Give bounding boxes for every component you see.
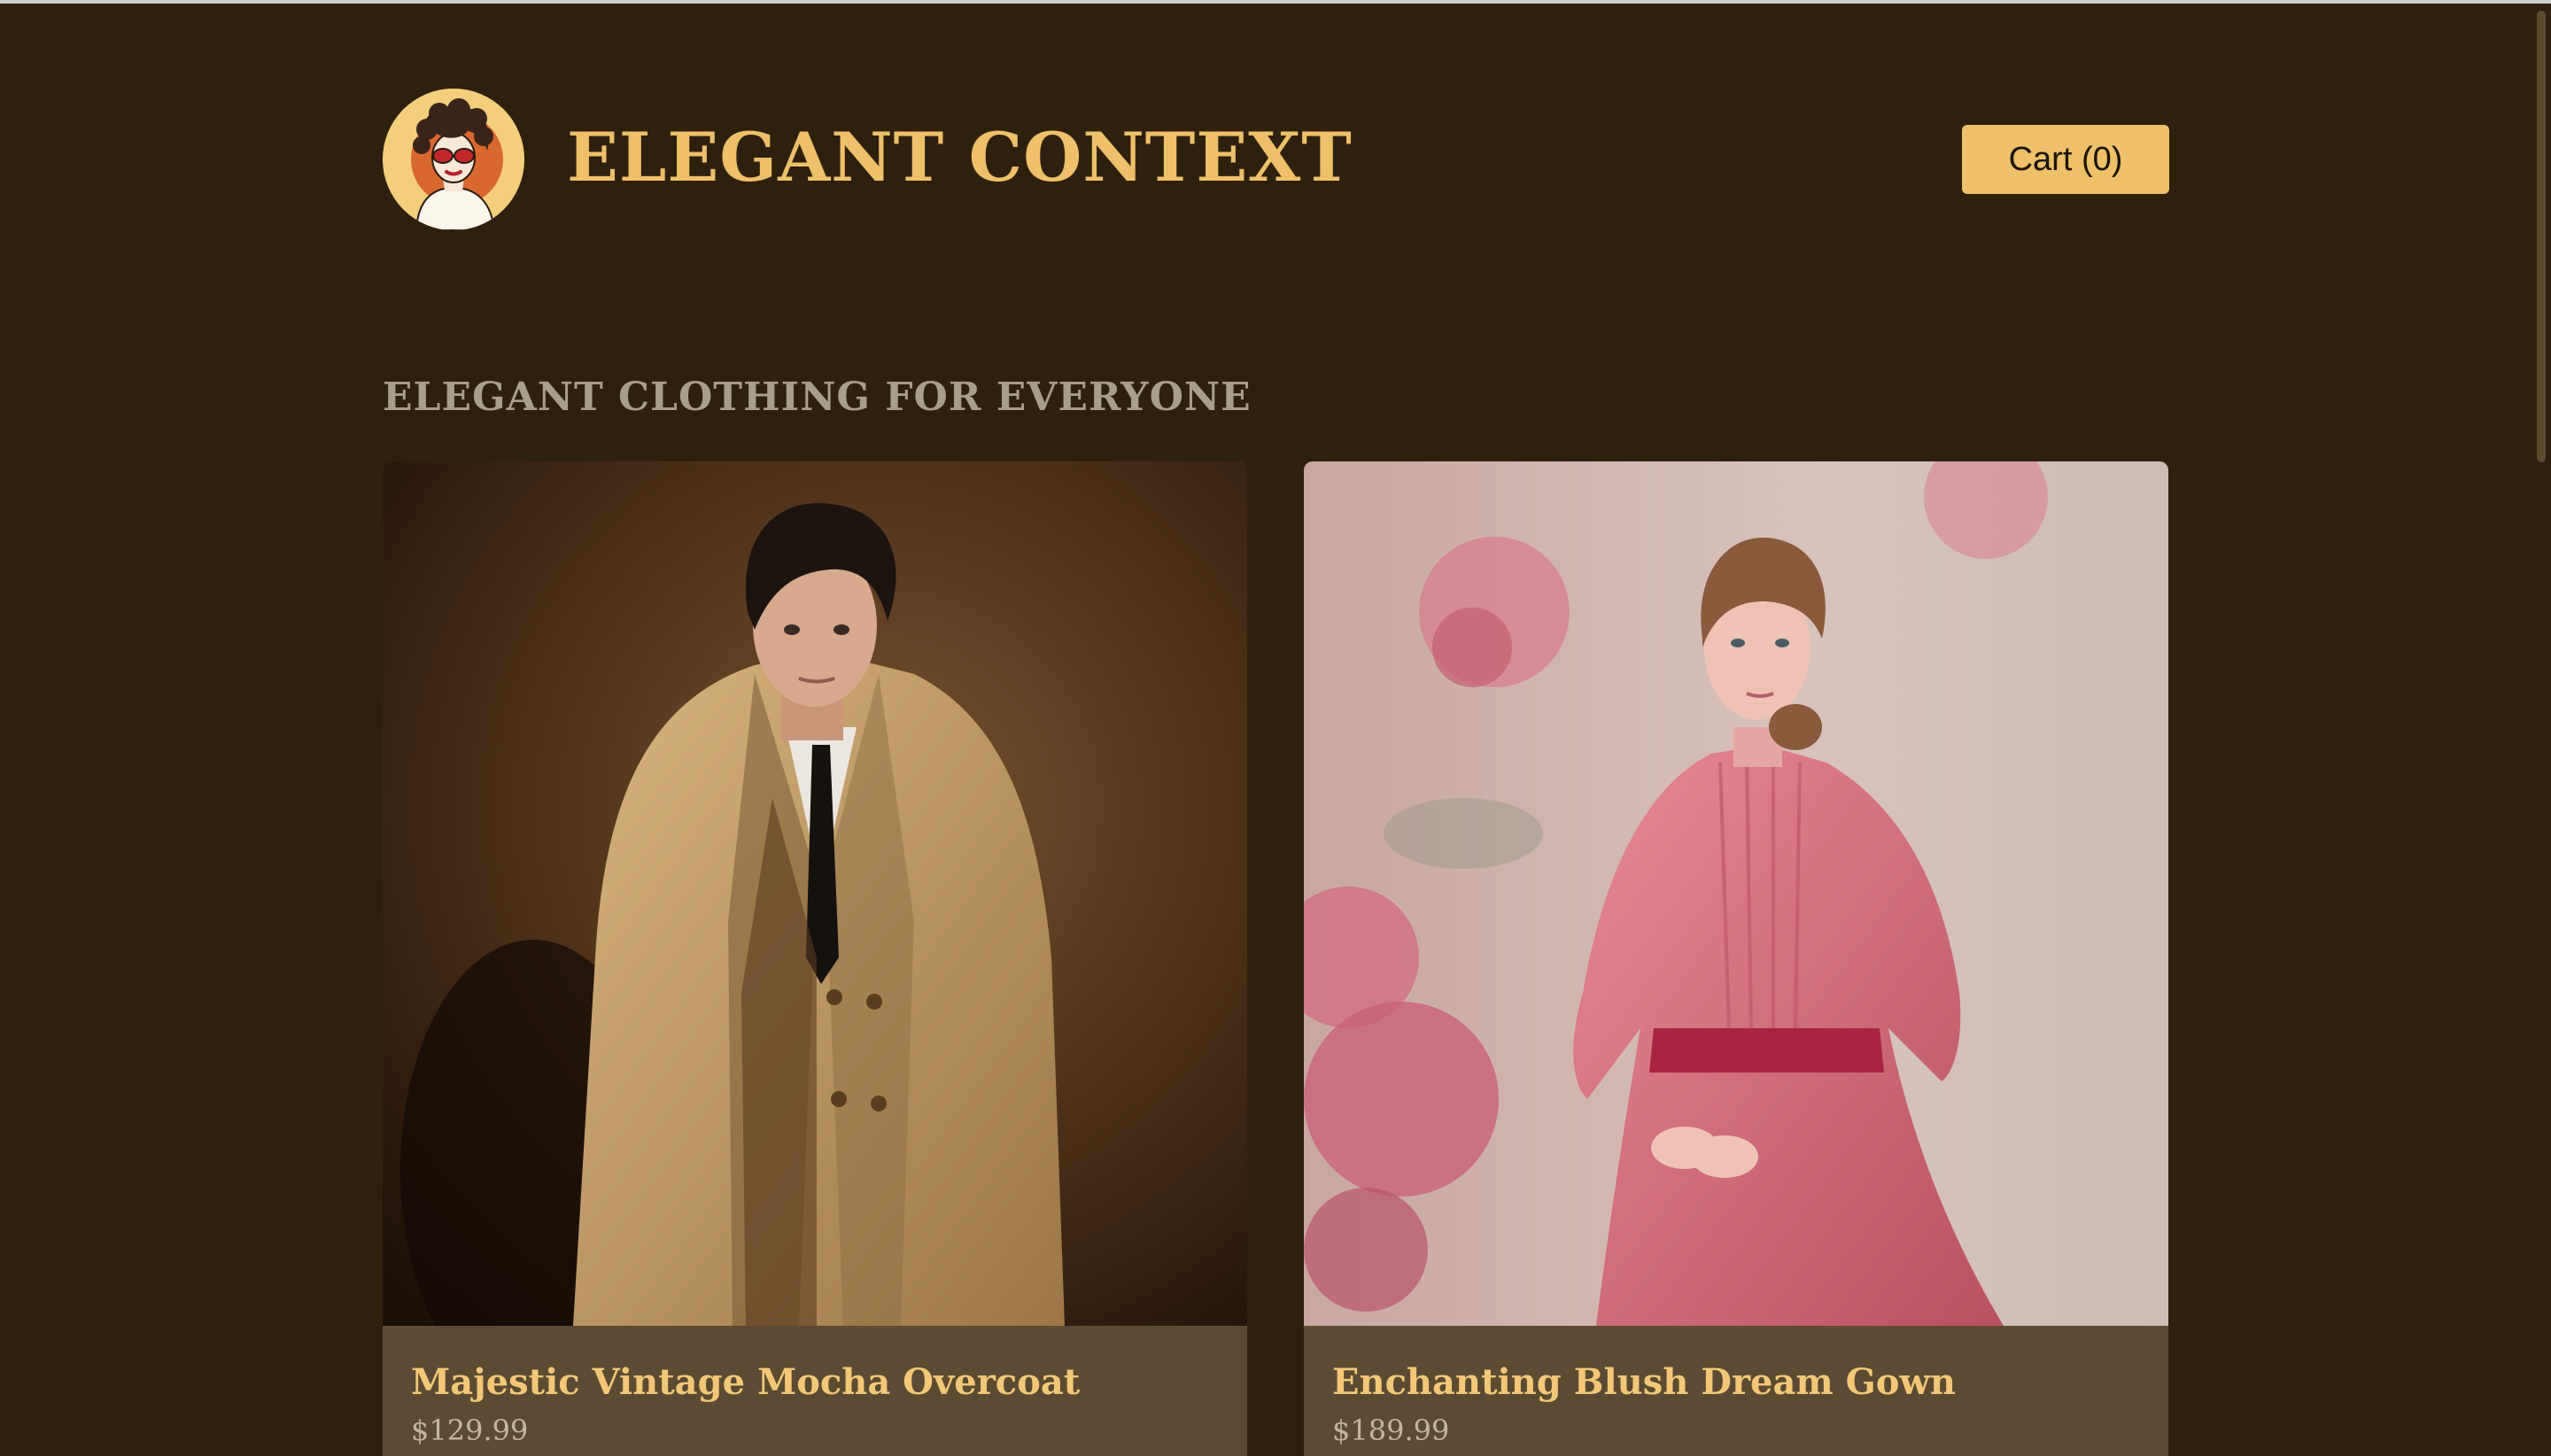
product-card[interactable]: Majestic Vintage Mocha Overcoat $129.99 xyxy=(383,461,1247,1456)
product-name[interactable]: Enchanting Blush Dream Gown xyxy=(1332,1358,1956,1407)
page-scrollbar[interactable] xyxy=(2530,4,2551,1456)
section-heading: ELEGANT CLOTHING FOR EVERYONE xyxy=(383,375,1252,420)
logo-illustration xyxy=(383,89,524,230)
product-name[interactable]: Majestic Vintage Mocha Overcoat xyxy=(411,1358,1080,1407)
site-title[interactable]: ELEGANT CONTEXT xyxy=(567,115,1353,200)
product-price: $129.99 xyxy=(411,1413,529,1447)
site-header: ELEGANT CONTEXT Cart (0) xyxy=(383,87,2169,232)
product-card[interactable]: Enchanting Blush Dream Gown $189.99 xyxy=(1304,461,2168,1456)
product-image-overcoat[interactable] xyxy=(383,461,1247,1326)
cart-button[interactable]: Cart (0) xyxy=(1962,125,2169,194)
product-image-gown[interactable] xyxy=(1304,461,2168,1326)
product-price: $189.99 xyxy=(1332,1413,1450,1447)
vintage-woman-logo-icon[interactable] xyxy=(383,89,524,230)
scrollbar-thumb[interactable] xyxy=(2537,11,2546,462)
browser-top-edge xyxy=(0,0,2551,4)
